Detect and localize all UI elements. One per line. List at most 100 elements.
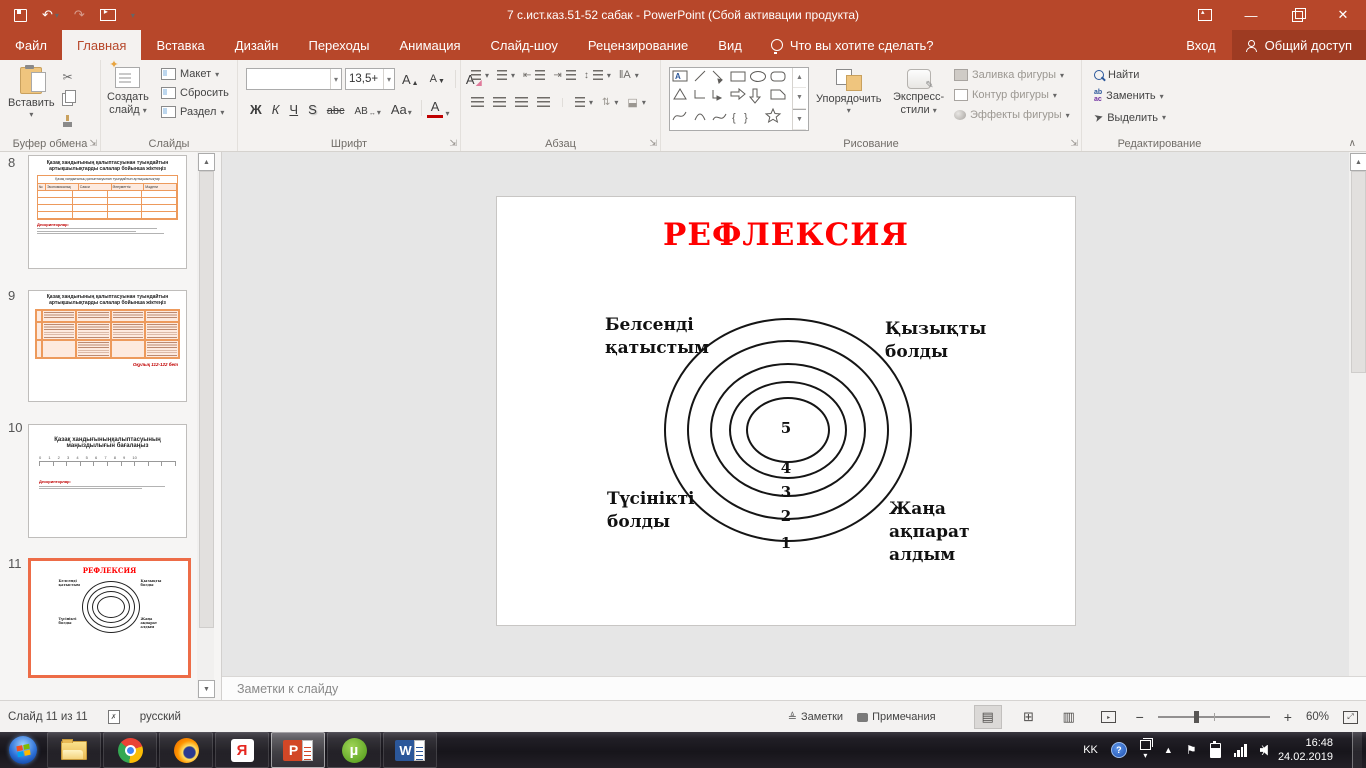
shrink-font-button[interactable]: A▼ (426, 72, 449, 86)
tell-me-box[interactable]: Что вы хотите сделать? (757, 30, 948, 60)
font-name-combo[interactable]: ▾ (246, 68, 342, 90)
action-center-flag-icon[interactable]: ⚑ (1186, 743, 1197, 757)
ribbon-display-options-button[interactable] (1182, 0, 1228, 30)
tab-file[interactable]: Файл (0, 30, 62, 60)
help-tray-icon[interactable]: ? (1111, 742, 1127, 758)
language-switcher[interactable]: KK (1083, 744, 1098, 756)
taskbar-word[interactable]: W (383, 732, 437, 768)
line-spacing-button[interactable]: ↕▾ (584, 70, 611, 81)
shape-effects-button[interactable]: Эффекты фигуры▾ (954, 109, 1070, 121)
font-size-combo[interactable]: 13,5+▾ (345, 68, 395, 90)
window-tray-icon[interactable]: ▾ (1140, 740, 1151, 760)
slideshow-view-button[interactable]: ▸ (1096, 706, 1122, 728)
language-indicator[interactable]: русский (140, 711, 181, 723)
taskbar-file-explorer[interactable] (47, 732, 101, 768)
clipboard-dialog-launcher[interactable]: ⇲ (89, 138, 97, 149)
increase-indent-button[interactable]: ⇥ (553, 70, 575, 81)
section-button[interactable]: Раздел▾ (161, 106, 229, 118)
font-color-button[interactable]: А (427, 98, 444, 118)
change-case-button[interactable]: Aa▾ (387, 101, 416, 118)
fit-slide-to-window-button[interactable] (1343, 711, 1358, 724)
customize-qat-button[interactable]: ▾ (131, 11, 135, 20)
align-text-button[interactable]: ⇅▾ (602, 97, 618, 108)
strikethrough-button[interactable]: abc (323, 104, 349, 118)
start-button[interactable] (0, 733, 46, 767)
tab-view[interactable]: Вид (703, 30, 757, 60)
redo-button[interactable]: ↷ (74, 7, 85, 23)
tab-review[interactable]: Рецензирование (573, 30, 703, 60)
thumbnail-slide-11[interactable]: РЕФЛЕКСИЯ Белсенді қатыстым Қызықты болд… (28, 558, 191, 678)
align-right-button[interactable] (515, 97, 528, 108)
undo-dropdown-icon[interactable]: ▾ (55, 11, 59, 20)
reset-button[interactable]: Сбросить (161, 87, 229, 99)
slide-area-scrollbar[interactable]: ▲ (1349, 152, 1366, 676)
slide-label-bottom-right[interactable]: Жаңа ақпарат алдым (889, 498, 1009, 567)
copy-button[interactable] (62, 93, 73, 106)
slide-label-bottom-left[interactable]: Түсінікті болды (607, 488, 702, 534)
align-left-button[interactable] (471, 97, 484, 108)
show-desktop-button[interactable] (1352, 732, 1362, 768)
select-button[interactable]: ➤Выделить▾ (1094, 111, 1166, 124)
slide-scrollbar-thumb[interactable] (1351, 171, 1366, 373)
quick-styles-button[interactable]: Экспресс- стили ▾ (893, 69, 944, 117)
shape-fill-button[interactable]: Заливка фигуры▾ (954, 69, 1070, 81)
decrease-indent-button[interactable]: ⇤ (523, 70, 545, 81)
underline-button[interactable]: Ч (285, 101, 302, 118)
minimize-button[interactable]: — (1228, 0, 1274, 30)
bullets-button[interactable]: ▾ (471, 70, 489, 81)
paste-button[interactable]: Вставить ▾ (8, 67, 55, 120)
slide-title[interactable]: РЕФЛЕКСИЯ (497, 217, 1075, 253)
align-center-button[interactable] (493, 97, 506, 108)
undo-button[interactable]: ↶▾ (42, 7, 59, 23)
shapes-more-icon[interactable]: ▼ (793, 109, 806, 130)
arrange-button[interactable]: Упорядочить ▾ (816, 69, 881, 116)
collapse-ribbon-button[interactable]: ∧ (1349, 138, 1356, 149)
clock[interactable]: 16:48 24.02.2019 (1278, 736, 1339, 765)
network-signal-icon[interactable] (1234, 744, 1247, 757)
tab-home[interactable]: Главная (62, 30, 141, 60)
cut-button[interactable]: ✂ (62, 70, 72, 84)
show-hidden-icons-button[interactable]: ▲ (1164, 745, 1173, 755)
restore-button[interactable] (1274, 0, 1320, 30)
find-button[interactable]: Найти (1094, 69, 1166, 81)
italic-button[interactable]: К (268, 101, 284, 118)
slide-scroll-up-button[interactable]: ▲ (1350, 153, 1366, 171)
zoom-slider[interactable] (1158, 716, 1270, 718)
thumbnail-slide-10[interactable]: Қазақ хандығыныңқалыптасуының маңыздылығ… (28, 424, 187, 538)
replace-button[interactable]: abacЗаменить▾ (1094, 89, 1166, 103)
font-dialog-launcher[interactable]: ⇲ (449, 138, 457, 149)
slide-sorter-view-button[interactable]: ⊞ (1016, 706, 1042, 728)
tab-transitions[interactable]: Переходы (293, 30, 384, 60)
save-button[interactable] (14, 9, 27, 22)
new-slide-button[interactable]: Создать слайд ▾ (107, 67, 149, 117)
tab-animations[interactable]: Анимация (384, 30, 475, 60)
share-button[interactable]: Общий доступ (1232, 30, 1366, 60)
layout-button[interactable]: Макет▾ (161, 68, 229, 80)
shapes-scroll-up-icon[interactable]: ▲ (793, 68, 806, 88)
columns-button[interactable]: ▾ (575, 97, 593, 108)
thumbnail-slide-8[interactable]: Қазақ хандығының қалыптасуынан туындайты… (28, 155, 187, 269)
thumbnail-scroll-down-button[interactable]: ▼ (198, 680, 215, 698)
font-color-dropdown[interactable]: ▾ (445, 109, 449, 118)
paragraph-dialog-launcher[interactable]: ⇲ (649, 138, 657, 149)
tab-insert[interactable]: Вставка (141, 30, 219, 60)
taskbar-yandex[interactable]: Я (215, 732, 269, 768)
sign-in-button[interactable]: Вход (1170, 30, 1231, 60)
comments-toggle-button[interactable]: Примечания (857, 711, 936, 723)
text-direction-button[interactable]: ‖A▾ (619, 69, 639, 81)
slide-label-top-right[interactable]: Қызықты болды (885, 318, 980, 364)
shape-outline-button[interactable]: Контур фигуры▾ (954, 89, 1070, 101)
start-slideshow-button[interactable] (100, 9, 116, 21)
thumbnail-slide-9[interactable]: Қазақ хандығының қалыптасуынан туындайты… (28, 290, 187, 402)
slide-label-top-left[interactable]: Белсенді қатыстым (605, 314, 710, 360)
shapes-gallery[interactable]: A { (669, 67, 809, 131)
zoom-out-button[interactable]: − (1136, 709, 1144, 725)
shapes-scroll-down-icon[interactable]: ▼ (793, 88, 806, 108)
spell-check-icon[interactable]: ✗ (108, 710, 120, 724)
thumbnail-scroll-up-button[interactable]: ▲ (198, 153, 215, 171)
taskbar-utorrent[interactable]: µ (327, 732, 381, 768)
zoom-level[interactable]: 60% (1306, 711, 1329, 723)
numbering-button[interactable]: ▾ (497, 70, 515, 81)
zoom-in-button[interactable]: + (1284, 709, 1292, 725)
drawing-dialog-launcher[interactable]: ⇲ (1070, 138, 1078, 149)
